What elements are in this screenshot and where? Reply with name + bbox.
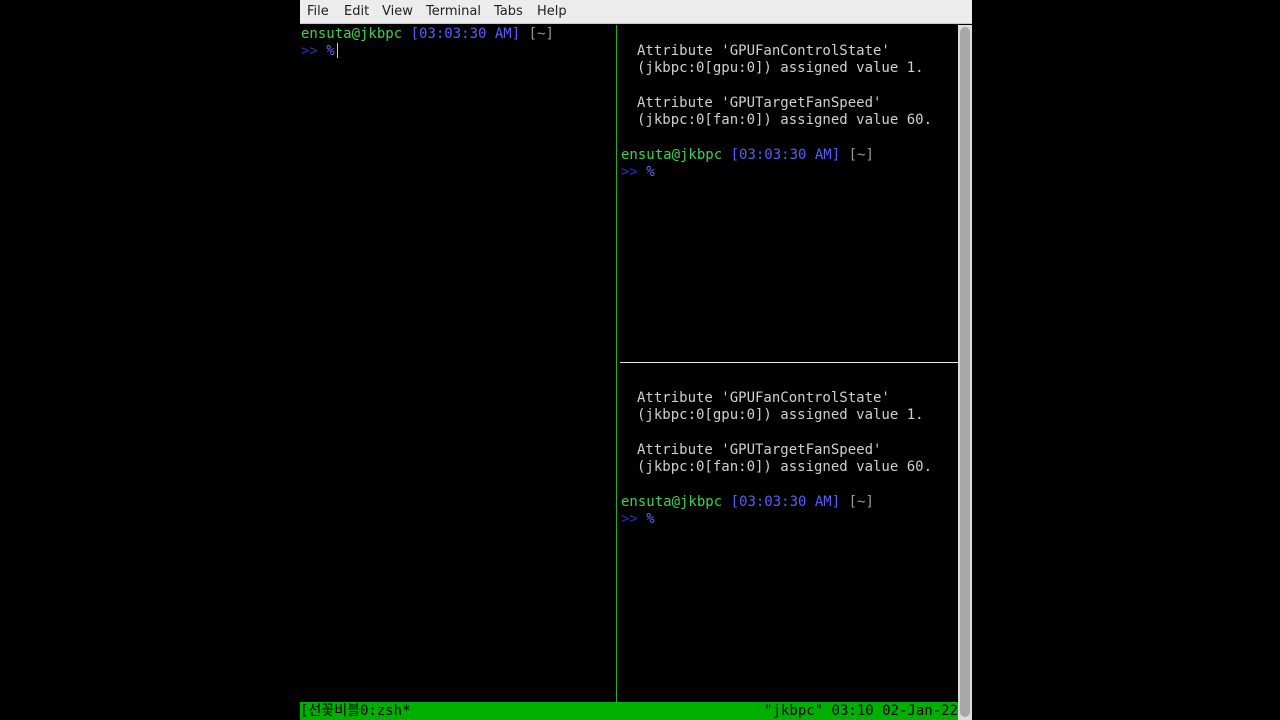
text-cursor	[336, 43, 338, 58]
terminal-window: File Edit View Terminal Tabs Help ensuta…	[300, 0, 972, 720]
menu-terminal[interactable]: Terminal	[426, 4, 481, 20]
prompt-percent: %	[646, 511, 655, 527]
prompt-time: [03:03:30 AM]	[410, 26, 521, 42]
horizontal-pane-divider[interactable]	[620, 362, 958, 363]
prompt-input-line[interactable]: >> %	[301, 43, 338, 61]
prompt-arrow: >>	[301, 43, 318, 59]
scrollbar-thumb[interactable]	[960, 27, 970, 717]
prompt-user: ensuta@jkbpc	[621, 147, 723, 163]
tmux-status-bar: [선꽃비블0:zsh* "jkbpc" 03:10 02-Jan-22	[300, 702, 958, 720]
output-line: Attribute 'GPUFanControlState'	[637, 43, 890, 59]
prompt-dir: [~]	[528, 26, 554, 42]
prompt-percent: %	[326, 43, 335, 59]
prompt-dir: [~]	[848, 147, 874, 163]
menu-edit[interactable]: Edit	[344, 4, 369, 20]
output-line: (jkbpc:0[fan:0]) assigned value 60.	[637, 112, 933, 128]
status-host-clock: "jkbpc" 03:10 02-Jan-22	[764, 703, 958, 719]
prompt-input-line[interactable]: >> %	[621, 511, 655, 529]
prompt-line: ensuta@jkbpc [03:03:30 AM] [~]	[301, 26, 554, 44]
output-line: Attribute 'GPUTargetFanSpeed'	[637, 442, 882, 458]
menu-file[interactable]: File	[307, 4, 329, 20]
prompt-user: ensuta@jkbpc	[621, 494, 723, 510]
output-line: Attribute 'GPUTargetFanSpeed'	[637, 95, 882, 111]
menu-bar: File Edit View Terminal Tabs Help	[300, 0, 972, 24]
prompt-time: [03:03:30 AM]	[730, 494, 841, 510]
output-line: Attribute 'GPUFanControlState'	[637, 390, 890, 406]
output-line: (jkbpc:0[fan:0]) assigned value 60.	[637, 459, 933, 475]
menu-help[interactable]: Help	[537, 4, 567, 20]
pane-right-bottom[interactable]: Attribute 'GPUFanControlState' (jkbpc:0[…	[300, 390, 958, 647]
prompt-user: ensuta@jkbpc	[301, 26, 403, 42]
pane-right-top[interactable]: Attribute 'GPUFanControlState' (jkbpc:0[…	[300, 43, 958, 405]
menu-view[interactable]: View	[382, 4, 413, 20]
terminal-area[interactable]: ensuta@jkbpc [03:03:30 AM] [~] >> % Attr…	[300, 25, 958, 702]
vertical-pane-divider[interactable]	[616, 25, 617, 702]
menu-tabs[interactable]: Tabs	[494, 4, 523, 20]
prompt-dir: [~]	[848, 494, 874, 510]
status-window-list[interactable]: [선꽃비블0:zsh*	[300, 702, 411, 720]
prompt-time: [03:03:30 AM]	[730, 147, 841, 163]
prompt-line: ensuta@jkbpc [03:03:30 AM] [~]	[621, 494, 874, 512]
scrollbar[interactable]	[958, 25, 972, 720]
prompt-input-line[interactable]: >> %	[621, 164, 655, 182]
output-line: (jkbpc:0[gpu:0]) assigned value 1.	[637, 60, 924, 76]
output-line: (jkbpc:0[gpu:0]) assigned value 1.	[637, 407, 924, 423]
prompt-line: ensuta@jkbpc [03:03:30 AM] [~]	[621, 147, 874, 165]
prompt-arrow: >>	[621, 511, 638, 527]
prompt-percent: %	[646, 164, 655, 180]
prompt-arrow: >>	[621, 164, 638, 180]
